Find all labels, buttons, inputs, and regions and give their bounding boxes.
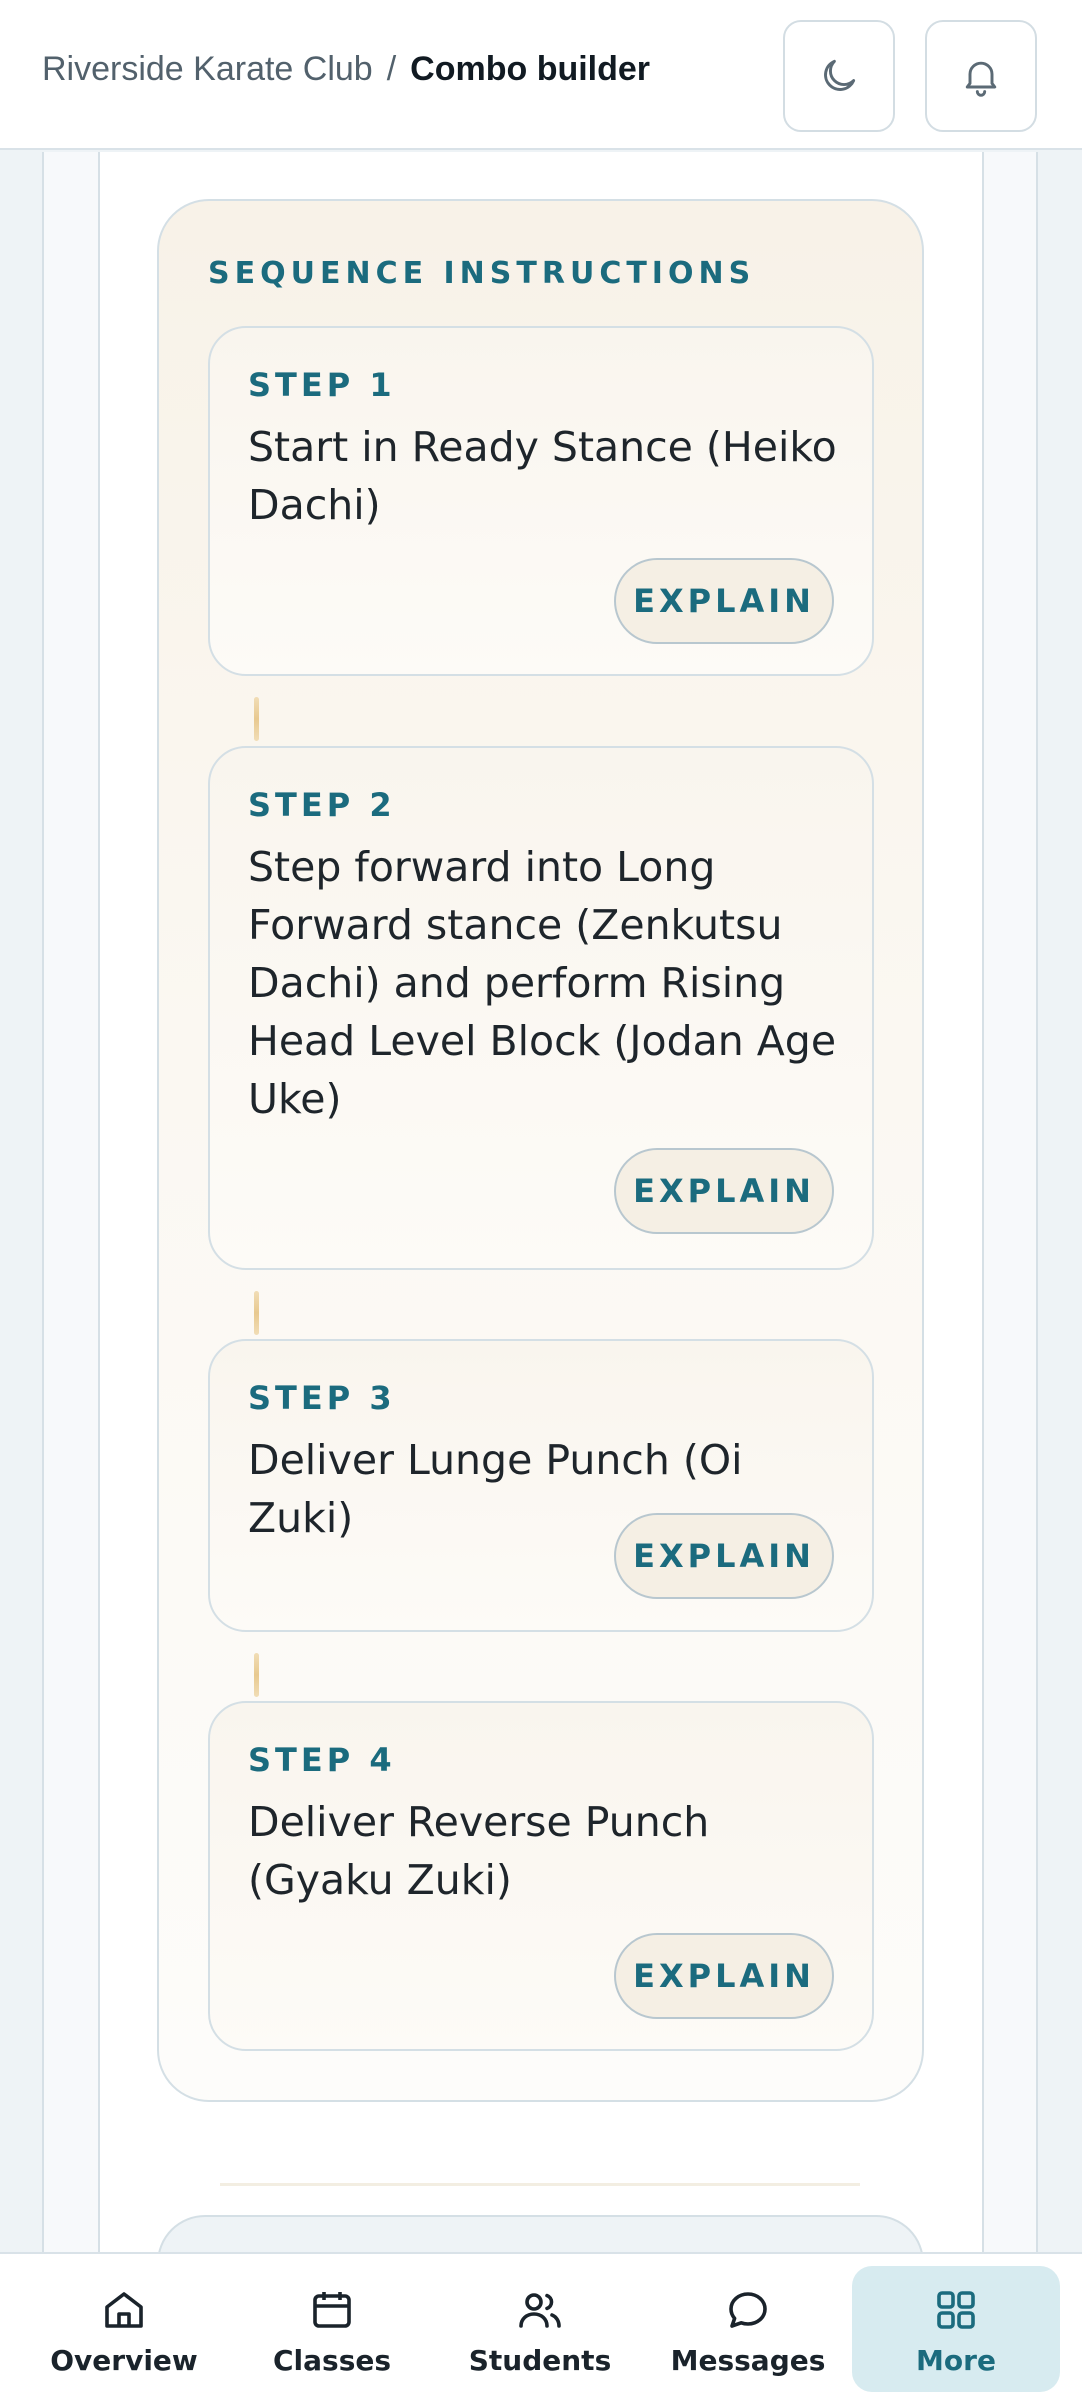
step-card: STEP 1 Start in Ready Stance (Heiko Dach…: [208, 326, 874, 676]
breadcrumb-parent-link[interactable]: Riverside Karate Club: [42, 50, 373, 89]
step-text: Step forward into Long Forward stance (Z…: [248, 843, 837, 1123]
section-divider: [220, 2183, 860, 2186]
breadcrumb: Riverside Karate Club / Combo builder: [42, 50, 650, 89]
chat-icon: [729, 2292, 767, 2328]
step-label: STEP 3: [248, 1379, 396, 1417]
moon-icon: [824, 59, 856, 91]
calendar-icon: [313, 2292, 351, 2328]
sequence-title: SEQUENCE INSTRUCTIONS: [208, 256, 756, 291]
theme-toggle-button[interactable]: [783, 20, 895, 132]
nav-item-more[interactable]: More: [852, 2266, 1060, 2392]
step-label: STEP 1: [248, 366, 396, 404]
page-title: Combo builder: [410, 50, 651, 88]
explain-button[interactable]: EXPLAIN: [614, 1513, 834, 1599]
grid-icon: [937, 2291, 975, 2329]
step-text: Deliver Reverse Punch (Gyaku Zuki): [248, 1798, 710, 1904]
step-card: STEP 2 Step forward into Long Forward st…: [208, 746, 874, 1270]
explain-button[interactable]: EXPLAIN: [614, 1933, 834, 2019]
nav-item-messages[interactable]: Messages: [644, 2266, 852, 2392]
step-label: STEP 2: [248, 786, 396, 824]
step-text: Start in Ready Stance (Heiko Dachi): [248, 423, 837, 529]
notifications-button[interactable]: [925, 20, 1037, 132]
nav-label: Students: [468, 2344, 612, 2377]
step-connector: [254, 1653, 259, 1697]
bottom-nav: Overview Classes Students Messages More: [0, 2252, 1082, 2402]
step-card: STEP 3 Deliver Lunge Punch (Oi Zuki) EXP…: [208, 1339, 874, 1632]
bell-icon: [965, 61, 997, 97]
step-connector: [254, 1291, 259, 1335]
explain-button[interactable]: EXPLAIN: [614, 558, 834, 644]
nav-label: More: [916, 2344, 996, 2377]
page: Riverside Karate Club / Combo builder SE…: [0, 0, 1082, 2402]
step-card: STEP 4 Deliver Reverse Punch (Gyaku Zuki…: [208, 1701, 874, 2051]
nav-item-overview[interactable]: Overview: [20, 2266, 228, 2392]
step-connector: [254, 697, 259, 741]
nav-label: Overview: [50, 2344, 198, 2377]
home-icon: [105, 2292, 143, 2328]
nav-label: Messages: [670, 2344, 826, 2377]
nav-item-students[interactable]: Students: [436, 2266, 644, 2392]
nav-label: Classes: [272, 2344, 392, 2377]
explain-button[interactable]: EXPLAIN: [614, 1148, 834, 1234]
step-label: STEP 4: [248, 1741, 396, 1779]
breadcrumb-separator: /: [386, 50, 397, 88]
nav-item-classes[interactable]: Classes: [228, 2266, 436, 2392]
top-header: Riverside Karate Club / Combo builder: [0, 0, 1082, 150]
users-icon: [519, 2293, 561, 2328]
